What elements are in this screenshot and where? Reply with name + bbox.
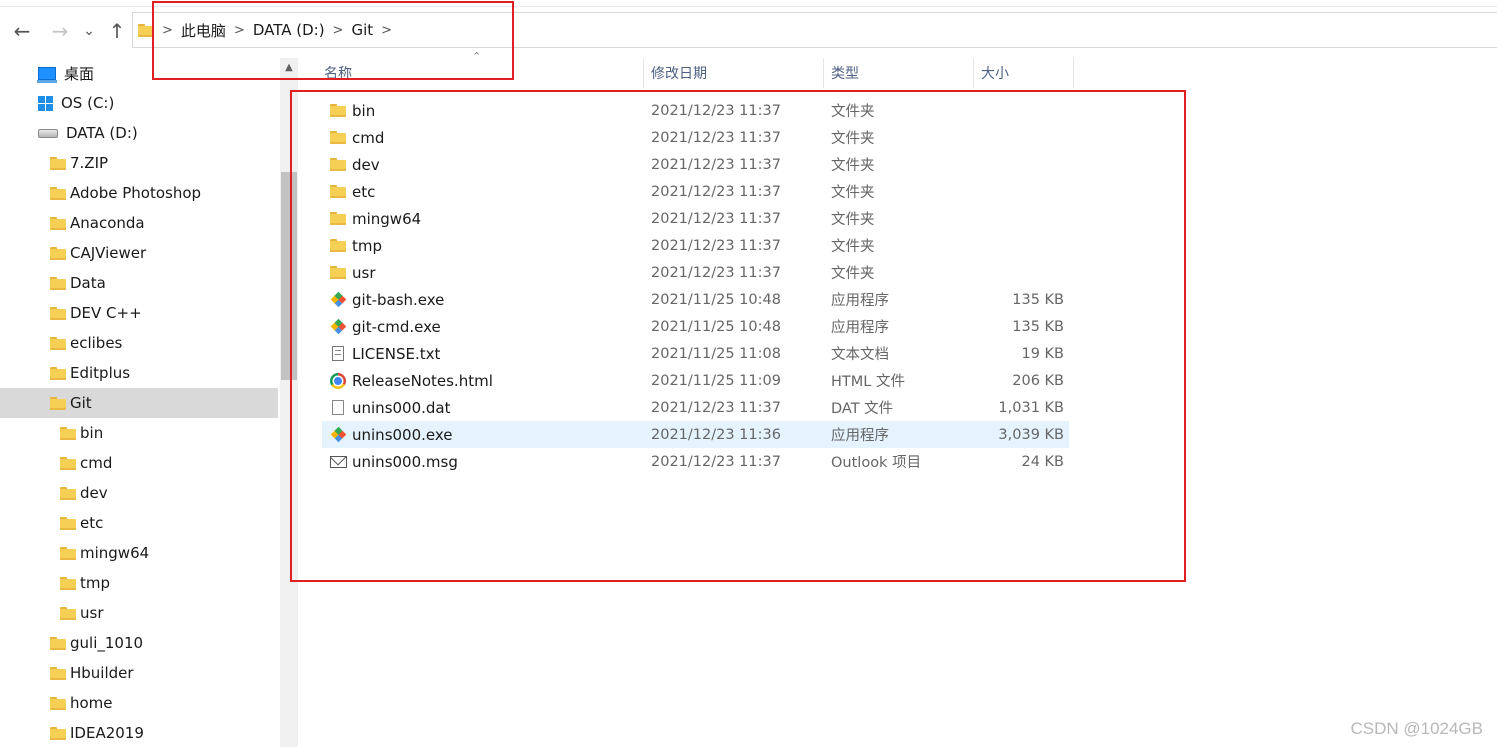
sidebar-item-label: IDEA2019 <box>70 724 144 742</box>
folder-icon <box>50 396 66 410</box>
sidebar-item[interactable]: IDEA2019 <box>0 718 278 748</box>
column-header-modified[interactable]: 修改日期 <box>643 58 823 88</box>
sidebar-item-label: dev <box>80 484 108 502</box>
sidebar-item[interactable]: tmp <box>0 568 278 598</box>
sidebar-item-label: etc <box>80 514 104 532</box>
sidebar-item[interactable]: Data <box>0 268 278 298</box>
up-arrow-icon: ↑ <box>108 19 126 43</box>
folder-icon <box>50 306 66 320</box>
folder-icon <box>50 186 66 200</box>
sidebar-item[interactable]: guli_1010 <box>0 628 278 658</box>
folder-icon <box>60 606 76 620</box>
sidebar-item[interactable]: bin <box>0 418 278 448</box>
sidebar-item[interactable]: home <box>0 688 278 718</box>
sidebar-item[interactable]: OS (C:) <box>0 88 278 118</box>
column-size-label: 大小 <box>981 66 1009 82</box>
sidebar-item-label: Editplus <box>70 364 131 382</box>
chevron-down-icon: ⌄ <box>83 23 95 39</box>
back-arrow-icon: ← <box>13 19 31 43</box>
sidebar-item-label: usr <box>80 604 104 622</box>
sidebar-item[interactable]: Anaconda <box>0 208 278 238</box>
folder-icon <box>50 696 66 710</box>
sidebar-item-label: DEV C++ <box>70 304 142 322</box>
sidebar-item[interactable]: dev <box>0 478 278 508</box>
column-type-label: 类型 <box>831 66 859 82</box>
sidebar-item-label: Git <box>70 394 92 412</box>
sidebar-item[interactable]: Hbuilder <box>0 658 278 688</box>
sidebar-item[interactable]: mingw64 <box>0 538 278 568</box>
sidebar-item[interactable]: Adobe Photoshop <box>0 178 278 208</box>
sidebar-item-label: Adobe Photoshop <box>70 184 202 202</box>
navigation-pane: 桌面 OS (C:) DATA (D:) 7.ZIP Adobe Photoshop An… <box>0 58 280 747</box>
sidebar-item[interactable]: CAJViewer <box>0 238 278 268</box>
sidebar-item-label: Hbuilder <box>70 664 134 682</box>
sidebar-item-label: Data <box>70 274 106 292</box>
forward-arrow-icon: → <box>51 19 69 43</box>
windows-drive-icon <box>38 95 53 111</box>
sidebar-item[interactable]: eclibes <box>0 328 278 358</box>
sidebar-item[interactable]: cmd <box>0 448 278 478</box>
folder-icon <box>50 666 66 680</box>
sidebar-item-label: 7.ZIP <box>70 154 109 172</box>
folder-icon <box>60 576 76 590</box>
sidebar-item-label: DATA (D:) <box>66 124 138 142</box>
folder-icon <box>60 546 76 560</box>
annotation-box-address <box>152 1 514 80</box>
recent-locations-button[interactable]: ⌄ <box>78 18 100 44</box>
column-header-type[interactable]: 类型 <box>823 58 973 88</box>
folder-icon <box>50 216 66 230</box>
sidebar-item[interactable]: DEV C++ <box>0 298 278 328</box>
folder-icon <box>60 456 76 470</box>
column-divider[interactable] <box>1073 58 1074 88</box>
desktop-icon <box>37 66 57 83</box>
sidebar-item[interactable]: Editplus <box>0 358 278 388</box>
sidebar-item-label: mingw64 <box>80 544 150 562</box>
folder-icon <box>60 486 76 500</box>
folder-icon <box>50 726 66 740</box>
column-modified-label: 修改日期 <box>651 66 707 82</box>
annotation-box-files <box>290 90 1186 582</box>
sidebar-item[interactable]: 7.ZIP <box>0 148 278 178</box>
sidebar-item-label: CAJViewer <box>70 244 147 262</box>
folder-icon <box>50 156 66 170</box>
sidebar-item[interactable]: etc <box>0 508 278 538</box>
up-button[interactable]: ↑ <box>104 18 130 44</box>
sidebar-item[interactable]: Git <box>0 388 278 418</box>
folder-icon <box>50 366 66 380</box>
sidebar-item-label: guli_1010 <box>70 634 144 652</box>
drive-icon <box>38 128 58 138</box>
sidebar-item[interactable]: DATA (D:) <box>0 118 278 148</box>
folder-icon <box>50 336 66 350</box>
sidebar-item-label: tmp <box>80 574 111 592</box>
folder-icon <box>50 246 66 260</box>
forward-button[interactable]: → <box>47 18 73 44</box>
sidebar-item-label: eclibes <box>70 334 123 352</box>
sidebar-item[interactable]: usr <box>0 598 278 628</box>
sidebar-item-label: bin <box>80 424 104 442</box>
folder-icon <box>60 516 76 530</box>
sidebar-item-label: cmd <box>80 454 113 472</box>
sidebar-item-label: home <box>70 694 113 712</box>
sidebar-item-label: 桌面 <box>64 64 95 83</box>
sidebar-item-label: Anaconda <box>70 214 145 232</box>
column-header-size[interactable]: 大小 <box>973 58 1073 88</box>
folder-icon <box>60 426 76 440</box>
folder-icon <box>50 276 66 290</box>
watermark: CSDN @1024GB <box>1350 719 1483 738</box>
back-button[interactable]: ← <box>9 18 35 44</box>
folder-icon <box>50 636 66 650</box>
sidebar-item-label: OS (C:) <box>61 94 115 112</box>
